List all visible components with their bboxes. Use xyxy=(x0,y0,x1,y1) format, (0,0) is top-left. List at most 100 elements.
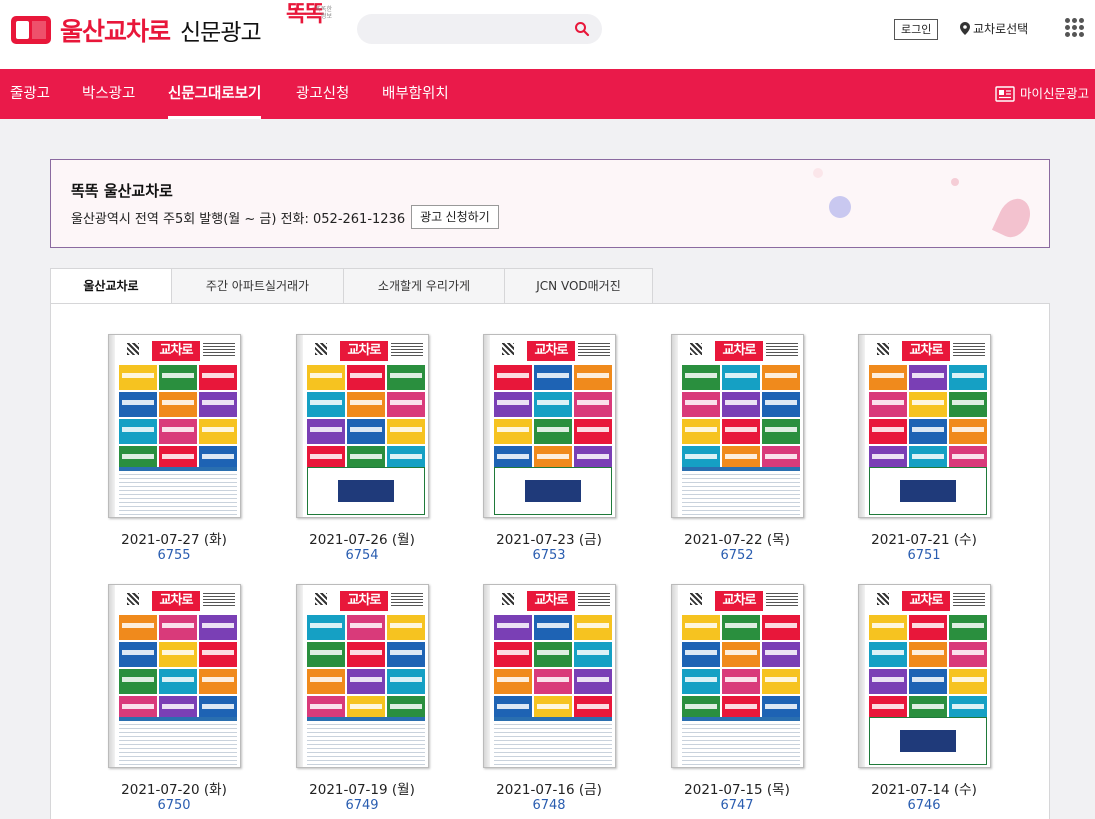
newspaper-ad-block xyxy=(159,669,197,694)
app-grid-icon[interactable] xyxy=(1065,18,1084,37)
newspaper-ad-block xyxy=(534,392,572,417)
newspaper-ad-block xyxy=(722,615,760,640)
brand-name: 울산교차로 xyxy=(60,17,171,46)
newspaper-ad-block xyxy=(119,365,157,390)
newspaper-logo: 교차로 xyxy=(902,341,950,361)
newspaper-issue-number[interactable]: 6752 xyxy=(642,548,832,563)
newspaper-issue-number[interactable]: 6750 xyxy=(79,798,269,813)
newspaper-logo: 교차로 xyxy=(340,341,388,361)
newspaper-date[interactable]: 2021-07-23 (금) xyxy=(454,528,644,548)
newspaper-thumbnail[interactable]: 교차로 xyxy=(108,334,241,518)
newspaper-thumbnail[interactable]: 교차로 xyxy=(296,584,429,768)
newspaper-issue-number[interactable]: 6751 xyxy=(829,548,1019,563)
newspaper-ad-block xyxy=(762,615,800,640)
search-icon[interactable] xyxy=(574,21,590,37)
newspaper-ad-block xyxy=(347,419,385,444)
site-logo[interactable]: 울산교차로 신문광고 xyxy=(10,12,262,48)
newspaper-date[interactable]: 2021-07-20 (화) xyxy=(79,778,269,798)
newspaper-ad-block xyxy=(119,615,157,640)
qr-code-icon xyxy=(315,343,327,355)
newspaper-ad-block xyxy=(387,392,425,417)
newspaper-meta xyxy=(766,593,798,607)
nav-item-box-ads[interactable]: 박스광고 xyxy=(82,69,135,119)
newspaper-date[interactable]: 2021-07-16 (금) xyxy=(454,778,644,798)
newspaper-meta xyxy=(953,593,985,607)
newspaper-ad-block xyxy=(722,669,760,694)
ad-apply-button[interactable]: 광고 신청하기 xyxy=(411,205,499,229)
newspaper-masthead: 교차로 xyxy=(119,589,237,613)
newspaper-ad-block xyxy=(869,615,907,640)
newspaper-logo: 교차로 xyxy=(340,591,388,611)
newspaper-meta xyxy=(953,343,985,357)
newspaper-ad-block xyxy=(534,365,572,390)
newspaper-issue-number[interactable]: 6755 xyxy=(79,548,269,563)
newspaper-ad-block xyxy=(199,392,237,417)
newspaper-thumbnail[interactable]: 교차로 xyxy=(108,584,241,768)
newspaper-issue-number[interactable]: 6753 xyxy=(454,548,644,563)
newspaper-ad-block xyxy=(199,615,237,640)
newspaper-date[interactable]: 2021-07-26 (월) xyxy=(267,528,457,548)
newspaper-thumbnail[interactable]: 교차로 xyxy=(671,584,804,768)
newspaper-ad-block xyxy=(159,365,197,390)
location-pin-icon xyxy=(960,22,970,35)
newspaper-ad-block xyxy=(722,642,760,667)
my-newspaper-ad-link[interactable]: 마이신문광고 xyxy=(995,69,1089,119)
qr-code-icon xyxy=(315,593,327,605)
nav-item-ad-request[interactable]: 광고신청 xyxy=(296,69,349,119)
newspaper-ad-block xyxy=(307,642,345,667)
newspaper-ad-block xyxy=(534,419,572,444)
newspaper-issue-number[interactable]: 6749 xyxy=(267,798,457,813)
newspaper-ad-block xyxy=(159,642,197,667)
newspaper-ad-grid xyxy=(494,365,612,473)
tab-apartment-prices[interactable]: 주간 아파트실거래가 xyxy=(172,268,344,304)
newspaper-ad-block xyxy=(534,615,572,640)
newspaper-meta xyxy=(391,343,423,357)
newspaper-masthead: 교차로 xyxy=(869,589,987,613)
newspaper-banner-ad xyxy=(307,467,425,515)
newspaper-ad-block xyxy=(494,365,532,390)
newspaper-logo: 교차로 xyxy=(152,341,200,361)
nav-item-line-ads[interactable]: 줄광고 xyxy=(10,69,50,119)
nav-item-distribution-box[interactable]: 배부함위치 xyxy=(382,69,449,119)
nav-item-newspaper-view[interactable]: 신문그대로보기 xyxy=(168,69,262,119)
search-input[interactable] xyxy=(357,14,602,44)
newspaper-icon xyxy=(995,86,1015,102)
newspaper-masthead: 교차로 xyxy=(869,339,987,363)
newspaper-banner-ad xyxy=(494,467,612,515)
newspaper-logo: 교차로 xyxy=(902,591,950,611)
region-select[interactable]: 교차로선택 xyxy=(960,20,1028,37)
newspaper-thumbnail[interactable]: 교차로 xyxy=(483,584,616,768)
newspaper-thumbnail[interactable]: 교차로 xyxy=(483,334,616,518)
newspaper-thumbnail[interactable]: 교차로 xyxy=(671,334,804,518)
newspaper-issue-number[interactable]: 6754 xyxy=(267,548,457,563)
ddok-logo[interactable]: 똑똑 똑똑한 정보 xyxy=(284,2,334,58)
newspaper-date[interactable]: 2021-07-27 (화) xyxy=(79,528,269,548)
newspaper-ad-block xyxy=(762,419,800,444)
newspaper-date[interactable]: 2021-07-21 (수) xyxy=(829,528,1019,548)
tab-store-intro[interactable]: 소개할게 우리가게 xyxy=(344,268,505,304)
newspaper-issue-number[interactable]: 6747 xyxy=(642,798,832,813)
newspaper-ad-block xyxy=(494,642,532,667)
newspaper-ad-block xyxy=(387,615,425,640)
login-button[interactable]: 로그인 xyxy=(894,19,939,40)
newspaper-issue-number[interactable]: 6748 xyxy=(454,798,644,813)
newspaper-logo: 교차로 xyxy=(715,591,763,611)
newspaper-ad-block xyxy=(119,642,157,667)
my-newspaper-ad-label: 마이신문광고 xyxy=(1019,86,1089,101)
newspaper-date[interactable]: 2021-07-14 (수) xyxy=(829,778,1019,798)
newspaper-meta xyxy=(391,593,423,607)
newspaper-date[interactable]: 2021-07-15 (목) xyxy=(642,778,832,798)
tab-jcn-vod[interactable]: JCN VOD매거진 xyxy=(505,268,653,304)
newspaper-logo: 교차로 xyxy=(527,591,575,611)
newspaper-thumbnail[interactable]: 교차로 xyxy=(858,584,991,768)
newspaper-issue-number[interactable]: 6746 xyxy=(829,798,1019,813)
paper-list: 교차로 2021-07-27 (화) 6755 교차로 2021-07-26 (월) 67… xyxy=(50,303,1050,819)
newspaper-date[interactable]: 2021-07-22 (목) xyxy=(642,528,832,548)
newspaper-thumbnail[interactable]: 교차로 xyxy=(296,334,429,518)
tab-ulsan-gyocharo[interactable]: 울산교차로 xyxy=(50,268,172,304)
newspaper-ad-block xyxy=(307,669,345,694)
newspaper-ad-block xyxy=(159,419,197,444)
newspaper-date[interactable]: 2021-07-19 (월) xyxy=(267,778,457,798)
brand-subtitle: 신문광고 xyxy=(180,20,262,46)
newspaper-thumbnail[interactable]: 교차로 xyxy=(858,334,991,518)
